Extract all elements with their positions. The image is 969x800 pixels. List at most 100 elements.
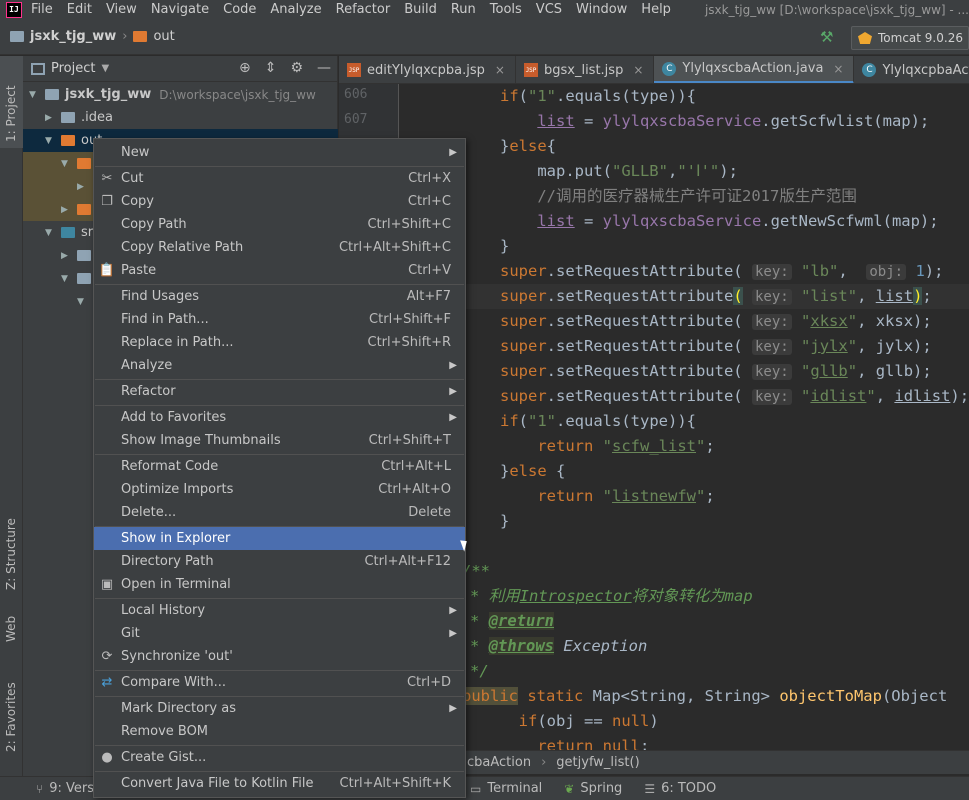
editor-tab-label: YlylqxcpbaAction.ja bbox=[882, 62, 969, 78]
tree-item-idea[interactable]: ▶ .idea bbox=[23, 106, 338, 129]
menu-item-add-to-favorites[interactable]: Add to Favorites ▶ bbox=[94, 406, 465, 429]
expand-arrow-icon[interactable]: ▼ bbox=[45, 136, 55, 146]
tab-terminal[interactable]: Terminal bbox=[487, 781, 542, 796]
menu-item-show-image-thumbnails[interactable]: Show Image Thumbnails Ctrl+Shift+T bbox=[94, 429, 465, 452]
menu-item-synchronize[interactable]: ⟳ Synchronize 'out' bbox=[94, 645, 465, 668]
menu-item-open-in-terminal[interactable]: ▣ Open in Terminal bbox=[94, 573, 465, 596]
build-hammer-icon[interactable]: ⚒ bbox=[820, 28, 838, 46]
tab-project-tool[interactable]: 1: Project bbox=[0, 56, 23, 148]
menu-tools[interactable]: Tools bbox=[490, 2, 522, 17]
menu-item-optimize-imports[interactable]: Optimize Imports Ctrl+Alt+O bbox=[94, 478, 465, 501]
gear-icon[interactable]: ⚙ bbox=[290, 60, 303, 76]
folder-icon bbox=[77, 158, 91, 169]
editor-tab-ylylqxscba-java[interactable]: C YlylqxscbaAction.java × bbox=[654, 56, 855, 83]
menu-help[interactable]: Help bbox=[641, 2, 671, 17]
menu-item-git[interactable]: Git ▶ bbox=[94, 622, 465, 645]
menu-build[interactable]: Build bbox=[404, 2, 437, 17]
folder-icon bbox=[77, 250, 91, 261]
tab-favorites-tool[interactable]: 2: Favorites bbox=[0, 666, 23, 766]
menu-item-create-gist[interactable]: ● Create Gist... bbox=[94, 746, 465, 769]
folder-icon bbox=[77, 273, 91, 284]
breadcrumb-project[interactable]: jsxk_tjg_ww bbox=[30, 29, 116, 44]
jsp-file-icon: JSP bbox=[523, 63, 538, 77]
menu-item-convert-to-kotlin[interactable]: Convert Java File to Kotlin File Ctrl+Al… bbox=[94, 772, 465, 795]
menu-item-remove-bom[interactable]: Remove BOM bbox=[94, 720, 465, 743]
menu-item-copy-path[interactable]: Copy Path Ctrl+Shift+C bbox=[94, 213, 465, 236]
tab-web-tool[interactable]: Web bbox=[0, 606, 23, 656]
java-class-icon: C bbox=[862, 63, 877, 77]
menu-item-find-in-path[interactable]: Find in Path... Ctrl+Shift+F bbox=[94, 308, 465, 331]
folder-icon bbox=[61, 135, 75, 146]
editor-tab-edit-jsp[interactable]: JSP editYlylqxcpba.jsp × bbox=[339, 56, 516, 83]
line-number: 606 bbox=[344, 87, 368, 102]
menu-vcs[interactable]: VCS bbox=[536, 2, 562, 17]
menu-window[interactable]: Window bbox=[576, 2, 627, 17]
menu-item-compare-with[interactable]: ⇄ Compare With... Ctrl+D bbox=[94, 671, 465, 694]
menu-edit[interactable]: Edit bbox=[67, 2, 92, 17]
expand-arrow-icon[interactable]: ▼ bbox=[61, 274, 71, 284]
code-editor[interactable]: if("1".equals(type)){ list = ylylqxscbaS… bbox=[400, 84, 969, 750]
navigation-bar: jsxk_tjg_ww › out ⚒ Tomcat 9.0.26 bbox=[0, 19, 969, 55]
tree-item-label: .idea bbox=[81, 110, 113, 125]
menu-item-mark-directory-as[interactable]: Mark Directory as ▶ bbox=[94, 697, 465, 720]
project-panel-header: Project ▼ ⊕ ⇕ ⚙ — bbox=[23, 56, 337, 82]
menu-item-refactor[interactable]: Refactor ▶ bbox=[94, 380, 465, 403]
menu-item-new[interactable]: New ▶ bbox=[94, 141, 465, 164]
breadcrumb-method[interactable]: getjyfw_list() bbox=[556, 755, 639, 770]
menu-run[interactable]: Run bbox=[451, 2, 476, 17]
folder-icon bbox=[61, 227, 75, 238]
expand-arrow-icon[interactable]: ▶ bbox=[61, 205, 71, 215]
expand-arrow-icon[interactable]: ▼ bbox=[45, 228, 55, 238]
close-icon[interactable]: × bbox=[833, 62, 843, 76]
expand-arrow-icon[interactable]: ▼ bbox=[77, 297, 87, 307]
menu-item-reformat-code[interactable]: Reformat Code Ctrl+Alt+L bbox=[94, 455, 465, 478]
menu-item-paste[interactable]: 📋 Paste Ctrl+V bbox=[94, 259, 465, 282]
breadcrumb-class[interactable]: cbaAction bbox=[467, 755, 531, 770]
menu-file[interactable]: File bbox=[31, 2, 53, 17]
tab-todo[interactable]: 6: TODO bbox=[661, 781, 716, 796]
tab-version-control[interactable]: 9: Vers bbox=[49, 781, 94, 796]
editor-tab-bgsx-jsp[interactable]: JSP bgsx_list.jsp × bbox=[516, 56, 655, 83]
menu-item-copy[interactable]: ❐ Copy Ctrl+C bbox=[94, 190, 465, 213]
expand-arrow-icon[interactable]: ▶ bbox=[77, 182, 87, 192]
collapse-all-icon[interactable]: ⇕ bbox=[265, 60, 277, 76]
expand-arrow-icon[interactable]: ▼ bbox=[61, 159, 71, 169]
locate-target-icon[interactable]: ⊕ bbox=[239, 60, 251, 76]
menu-code[interactable]: Code bbox=[223, 2, 256, 17]
tree-root-project[interactable]: ▼ jsxk_tjg_ww D:\workspace\jsxk_tjg_ww bbox=[23, 83, 338, 106]
menu-item-local-history[interactable]: Local History ▶ bbox=[94, 599, 465, 622]
project-panel-title[interactable]: Project bbox=[51, 61, 95, 76]
menu-item-delete[interactable]: Delete... Delete bbox=[94, 501, 465, 524]
menu-analyze[interactable]: Analyze bbox=[270, 2, 321, 17]
breadcrumb-folder[interactable]: out bbox=[153, 29, 174, 44]
menu-item-directory-path[interactable]: Directory Path Ctrl+Alt+F12 bbox=[94, 550, 465, 573]
menu-refactor[interactable]: Refactor bbox=[336, 2, 391, 17]
close-icon[interactable]: × bbox=[633, 63, 643, 77]
scissors-icon: ✂ bbox=[101, 171, 113, 186]
line-number: 607 bbox=[344, 112, 368, 127]
tab-structure-tool[interactable]: Z: Structure bbox=[0, 496, 23, 596]
menu-item-find-usages[interactable]: Find Usages Alt+F7 bbox=[94, 285, 465, 308]
window-title: jsxk_tjg_ww [D:\workspace\jsxk_tjg_ww] -… bbox=[704, 2, 969, 17]
menu-item-copy-relative-path[interactable]: Copy Relative Path Ctrl+Alt+Shift+C bbox=[94, 236, 465, 259]
hide-panel-icon[interactable]: — bbox=[317, 60, 331, 76]
menu-view[interactable]: View bbox=[106, 2, 137, 17]
expand-arrow-icon[interactable]: ▶ bbox=[61, 251, 71, 261]
sync-icon: ⟳ bbox=[101, 649, 113, 664]
menu-item-cut[interactable]: ✂ Cut Ctrl+X bbox=[94, 167, 465, 190]
menu-item-show-in-explorer[interactable]: Show in Explorer bbox=[94, 527, 465, 550]
tree-root-path: D:\workspace\jsxk_tjg_ww bbox=[159, 87, 316, 102]
run-configuration-select[interactable]: Tomcat 9.0.26 bbox=[851, 26, 969, 50]
tab-spring[interactable]: Spring bbox=[580, 781, 622, 796]
expand-arrow-icon[interactable]: ▶ bbox=[45, 113, 55, 123]
menu-navigate[interactable]: Navigate bbox=[151, 2, 209, 17]
java-class-icon: C bbox=[662, 61, 677, 76]
menu-item-analyze[interactable]: Analyze ▶ bbox=[94, 354, 465, 377]
close-icon[interactable]: × bbox=[495, 63, 505, 77]
expand-arrow-icon[interactable]: ▼ bbox=[29, 90, 39, 100]
folder-icon bbox=[45, 89, 59, 100]
menu-item-replace-in-path[interactable]: Replace in Path... Ctrl+Shift+R bbox=[94, 331, 465, 354]
editor-tab-ylylqxcpba-java[interactable]: C YlylqxcpbaAction.ja bbox=[854, 56, 969, 83]
github-icon: ● bbox=[101, 750, 113, 765]
chevron-down-icon[interactable]: ▼ bbox=[101, 63, 109, 74]
